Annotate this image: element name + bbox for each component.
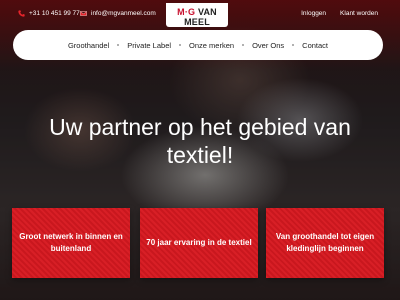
- phone-icon: [18, 10, 25, 17]
- feature-card-private-label[interactable]: Van groothandel tot eigen kledinglijn be…: [266, 208, 384, 278]
- register-link[interactable]: Klant worden: [340, 10, 378, 17]
- nav-item-private-label[interactable]: Private Label: [119, 41, 179, 50]
- main-navigation: Groothandel Private Label Onze merken Ov…: [13, 30, 383, 60]
- feature-card-experience[interactable]: 70 jaar ervaring in de textiel: [140, 208, 258, 278]
- feature-card-text: Van groothandel tot eigen kledinglijn be…: [275, 232, 375, 253]
- logo-mg: M·G: [177, 7, 196, 17]
- nav-item-contact[interactable]: Contact: [294, 41, 336, 50]
- logo-brand: M·G VAN MEEL: [166, 7, 228, 27]
- site-logo[interactable]: M·G VAN MEEL EST 1952: [166, 3, 228, 42]
- hero-title: Uw partner op het gebied van textiel!: [0, 113, 400, 169]
- email-link[interactable]: info@mgvanmeel.com: [80, 10, 156, 17]
- phone-link[interactable]: +31 10 451 99 77: [18, 10, 80, 17]
- phone-number: +31 10 451 99 77: [29, 10, 80, 17]
- top-bar: +31 10 451 99 77 info@mgvanmeel.com M·G …: [0, 0, 400, 42]
- nav-item-groothandel[interactable]: Groothandel: [60, 41, 117, 50]
- mail-icon: [80, 11, 87, 16]
- nav-item-over-ons[interactable]: Over Ons: [244, 41, 292, 50]
- nav-item-onze-merken[interactable]: Onze merken: [181, 41, 242, 50]
- hero-title-line-2: textiel!: [166, 142, 234, 168]
- hero-title-line-1: Uw partner op het gebied van: [49, 114, 351, 140]
- email-address: info@mgvanmeel.com: [91, 10, 156, 17]
- feature-card-text: 70 jaar ervaring in de textiel: [146, 238, 252, 247]
- login-link[interactable]: Inloggen: [301, 10, 326, 17]
- feature-card-text: Groot netwerk in binnen en buitenland: [19, 232, 123, 253]
- feature-card-network[interactable]: Groot netwerk in binnen en buitenland: [12, 208, 130, 278]
- account-links: Inloggen Klant worden: [301, 10, 378, 17]
